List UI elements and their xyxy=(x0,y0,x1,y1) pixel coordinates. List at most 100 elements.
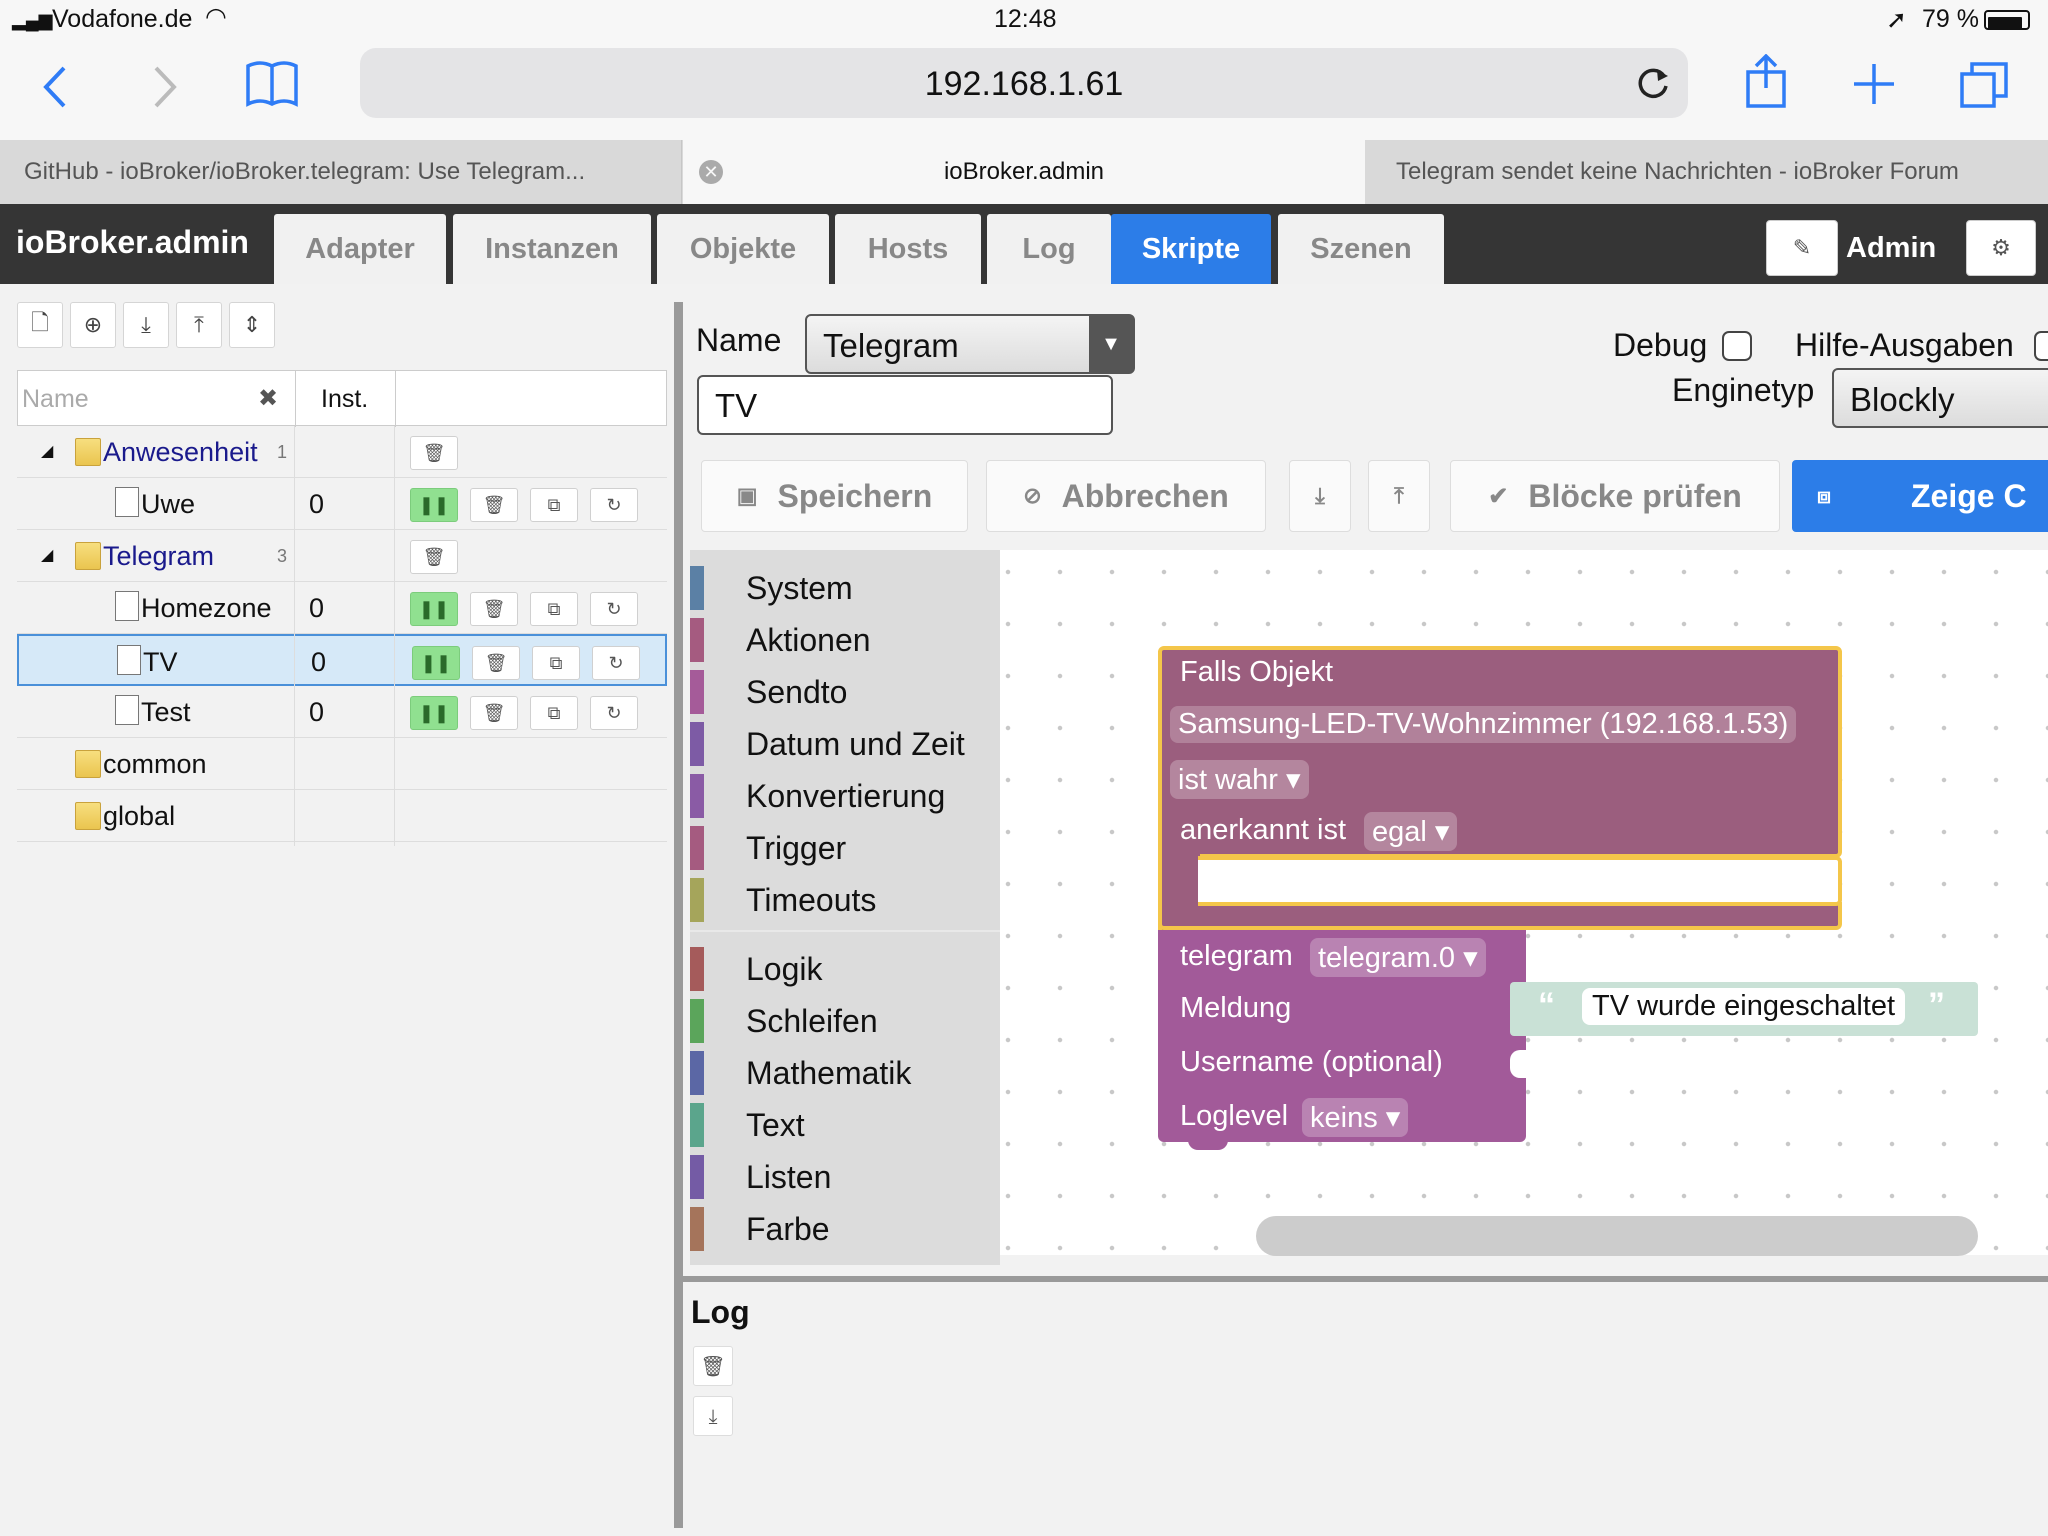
clock: 12:48 xyxy=(994,5,1057,33)
instance-dropdown[interactable]: telegram.0 ▾ xyxy=(1310,938,1486,977)
bookmarks-icon[interactable] xyxy=(244,58,300,110)
expand-icon[interactable]: ◢ xyxy=(41,530,53,582)
tab-instanzen[interactable]: Instanzen xyxy=(453,214,651,284)
debug-checkbox[interactable] xyxy=(1722,331,1752,361)
delete-icon[interactable]: 🗑 xyxy=(470,592,518,626)
edit-icon[interactable]: ✎ xyxy=(1766,220,1838,276)
settings-icon[interactable]: ⚙ xyxy=(1966,220,2036,276)
user-label[interactable]: Admin xyxy=(1846,232,1936,265)
name-filter[interactable]: Name xyxy=(22,371,89,427)
copy-icon[interactable]: ⧉ xyxy=(532,646,580,680)
delete-icon[interactable]: 🗑 xyxy=(470,488,518,522)
delete-icon[interactable]: 🗑 xyxy=(472,646,520,680)
add-folder-icon[interactable]: ⊕ xyxy=(70,302,116,348)
category-trigger[interactable]: Trigger xyxy=(690,822,1000,874)
tree-row-script[interactable]: Uwe 0 ❚❚ 🗑 ⧉ ↻ xyxy=(17,478,667,530)
text-value-field[interactable]: TV wurde eingeschaltet xyxy=(1582,988,1906,1025)
pause-icon[interactable]: ❚❚ xyxy=(410,592,458,626)
category-system[interactable]: System xyxy=(690,562,1000,614)
new-tab-icon[interactable] xyxy=(1852,62,1896,106)
tree-row-script[interactable]: Test 0 ❚❚ 🗑 ⧉ ↻ xyxy=(17,686,667,738)
category-konvertierung[interactable]: Konvertierung xyxy=(690,770,1000,822)
category-datum-und-zeit[interactable]: Datum und Zeit xyxy=(690,718,1000,770)
restart-icon[interactable]: ↻ xyxy=(590,488,638,522)
ack-dropdown[interactable]: egal ▾ xyxy=(1364,812,1458,851)
browser-tab[interactable]: GitHub - ioBroker/ioBroker.telegram: Use… xyxy=(0,140,682,204)
tree-row-folder[interactable]: global xyxy=(17,790,667,842)
panel-splitter[interactable] xyxy=(674,302,683,1528)
tab-log[interactable]: Log xyxy=(987,214,1111,284)
category-sendto[interactable]: Sendto xyxy=(690,666,1000,718)
close-tab-icon[interactable]: ✕ xyxy=(699,160,723,184)
script-name-input[interactable]: TV xyxy=(697,375,1113,435)
workspace-scrollbar[interactable] xyxy=(1256,1216,1978,1256)
text-block[interactable]: “ TV wurde eingeschaltet ” xyxy=(1510,982,1978,1036)
copy-icon[interactable]: ⧉ xyxy=(530,592,578,626)
share-icon[interactable] xyxy=(1744,54,1788,110)
tree-row-folder[interactable]: common xyxy=(17,738,667,790)
show-code-button[interactable]: ⧈ Zeige C xyxy=(1792,460,2048,532)
tab-objekte[interactable]: Objekte xyxy=(657,214,829,284)
app-header: ioBroker.admin Adapter Instanzen Objekte… xyxy=(0,204,2048,284)
engine-select[interactable]: Blockly xyxy=(1832,368,2048,428)
back-icon[interactable] xyxy=(40,62,70,112)
tab-adapter[interactable]: Adapter xyxy=(274,214,446,284)
folder-icon xyxy=(75,542,101,570)
tab-szenen[interactable]: Szenen xyxy=(1278,214,1444,284)
reload-icon[interactable] xyxy=(1635,66,1671,102)
category-logik[interactable]: Logik xyxy=(690,943,1000,995)
forward-icon[interactable] xyxy=(150,62,180,112)
category-schleifen[interactable]: Schleifen xyxy=(690,995,1000,1047)
restart-icon[interactable]: ↻ xyxy=(592,646,640,680)
export-button[interactable]: ⤓ xyxy=(1289,460,1351,532)
category-listen[interactable]: Listen xyxy=(690,1151,1000,1203)
copy-icon[interactable]: ⧉ xyxy=(530,696,578,730)
delete-icon[interactable]: 🗑 xyxy=(470,696,518,730)
browser-tab-active[interactable]: ✕ ioBroker.admin xyxy=(683,140,1365,204)
delete-icon[interactable]: 🗑 xyxy=(410,436,458,470)
tree-row-script[interactable]: Homezone 0 ❚❚ 🗑 ⧉ ↻ xyxy=(17,582,667,634)
expand-icon[interactable]: ◢ xyxy=(41,426,53,478)
clear-log-icon[interactable]: 🗑 xyxy=(693,1346,733,1386)
category-aktionen[interactable]: Aktionen xyxy=(690,614,1000,666)
new-script-icon[interactable]: 🗋 xyxy=(17,302,63,348)
address-bar[interactable]: 192.168.1.61 xyxy=(360,48,1688,118)
pause-icon[interactable]: ❚❚ xyxy=(412,646,460,680)
import-icon[interactable]: ⤒ xyxy=(176,302,222,348)
pause-icon[interactable]: ❚❚ xyxy=(410,488,458,522)
save-button[interactable]: ▣ Speichern xyxy=(701,460,968,532)
check-blocks-button[interactable]: ✔ Blöcke prüfen xyxy=(1450,460,1780,532)
tabs-overview-icon[interactable] xyxy=(1958,60,2010,108)
pause-icon[interactable]: ❚❚ xyxy=(410,696,458,730)
download-log-icon[interactable]: ⤓ xyxy=(693,1396,733,1436)
export-icon[interactable]: ⤓ xyxy=(123,302,169,348)
browser-tabs: GitHub - ioBroker/ioBroker.telegram: Use… xyxy=(0,140,2048,204)
category-timeouts[interactable]: Timeouts xyxy=(690,874,1000,926)
trigger-block-footer[interactable] xyxy=(1158,902,1842,930)
tab-skripte[interactable]: Skripte xyxy=(1111,214,1271,284)
copy-icon[interactable]: ⧉ xyxy=(530,488,578,522)
trigger-object-field[interactable]: Samsung-LED-TV-Wohnzimmer (192.168.1.53) xyxy=(1170,706,1797,743)
cancel-button[interactable]: ⊘ Abbrechen xyxy=(986,460,1266,532)
group-select[interactable]: Telegram ▼ xyxy=(805,314,1135,374)
category-mathematik[interactable]: Mathematik xyxy=(690,1047,1000,1099)
sort-icon[interactable]: ⇕ xyxy=(229,302,275,348)
import-button[interactable]: ⤒ xyxy=(1368,460,1430,532)
category-farbe[interactable]: Farbe xyxy=(690,1203,1000,1255)
tab-hosts[interactable]: Hosts xyxy=(835,214,981,284)
restart-icon[interactable]: ↻ xyxy=(590,592,638,626)
restart-icon[interactable]: ↻ xyxy=(590,696,638,730)
category-text[interactable]: Text xyxy=(690,1099,1000,1151)
tree-row-script-selected[interactable]: TV 0 ❚❚ 🗑 ⧉ ↻ xyxy=(17,634,667,686)
battery-label: 79 % xyxy=(1922,5,1979,33)
tree-row-folder[interactable]: ◢ Anwesenheit 1 🗑 xyxy=(17,426,667,478)
delete-icon[interactable]: 🗑 xyxy=(410,540,458,574)
help-output-checkbox[interactable] xyxy=(2034,331,2048,361)
folder-icon xyxy=(75,438,101,466)
browser-tab[interactable]: Telegram sendet keine Nachrichten - ioBr… xyxy=(1366,140,2048,204)
condition-dropdown[interactable]: ist wahr ▾ xyxy=(1170,760,1309,799)
tree-row-folder[interactable]: ◢ Telegram 3 🗑 xyxy=(17,530,667,582)
loglevel-dropdown[interactable]: keins ▾ xyxy=(1302,1098,1409,1137)
clear-filter-icon[interactable]: ✖ xyxy=(258,371,278,427)
wifi-icon: ◠ xyxy=(205,3,227,31)
